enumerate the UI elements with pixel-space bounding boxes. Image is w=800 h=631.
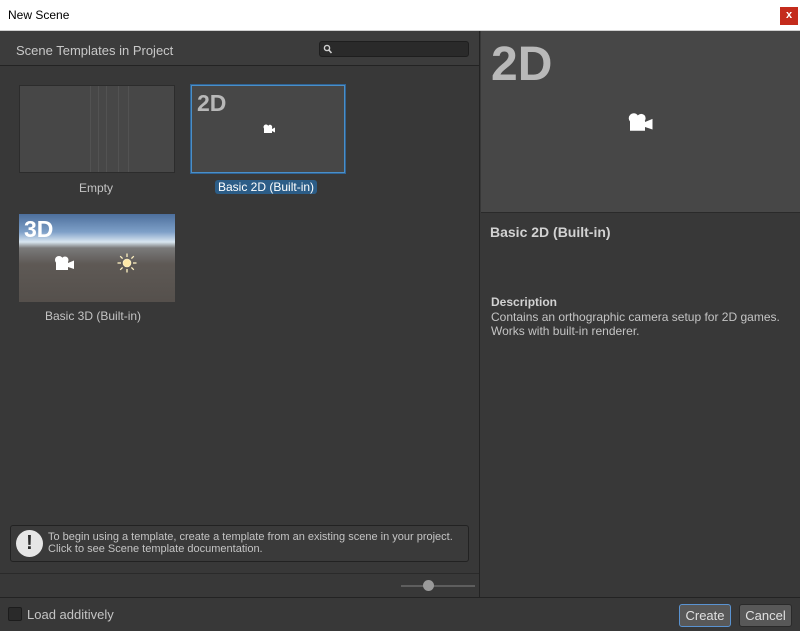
info-line-2: Click to see Scene template documentatio… xyxy=(48,543,263,555)
template-empty-label: Empty xyxy=(79,181,114,195)
zoom-slider-track[interactable] xyxy=(401,585,475,587)
description-heading: Description xyxy=(491,295,558,309)
template-empty[interactable]: Empty xyxy=(19,85,175,195)
details-title: Basic 2D (Built-in) xyxy=(490,224,611,240)
camera-icon xyxy=(626,112,654,132)
templates-header-title: Scene Templates in Project xyxy=(16,43,174,58)
cancel-button[interactable]: Cancel xyxy=(739,604,792,627)
info-line-1: To begin using a template, create a temp… xyxy=(48,531,453,543)
template-basic-2d-label: Basic 2D (Built-in) xyxy=(215,180,318,194)
template-empty-thumbnail xyxy=(19,85,175,173)
title-bar: New Scene x xyxy=(0,0,800,31)
details-panel: 2D Basic 2D (Built-in) Description Conta… xyxy=(481,31,800,597)
load-additively-label[interactable]: Load additively xyxy=(27,607,114,622)
template-basic-2d[interactable]: 2D Basic 2D (Built-in) xyxy=(190,84,346,197)
load-additively-checkbox[interactable] xyxy=(8,607,22,621)
template-preview: 2D xyxy=(481,31,800,212)
templates-header: Scene Templates in Project xyxy=(0,31,479,66)
close-button[interactable]: x xyxy=(780,7,798,25)
camera-icon xyxy=(262,124,276,134)
footer-bar: Load additively Create Cancel xyxy=(0,597,800,631)
template-basic-3d-thumbnail: 3D xyxy=(19,214,175,302)
templates-panel: Scene Templates in Project Empty 2D Basi… xyxy=(0,31,480,597)
sun-light-icon xyxy=(117,253,137,273)
info-text: To begin using a template, create a temp… xyxy=(48,531,453,555)
zoom-bar xyxy=(0,573,479,597)
template-basic-3d-thumb-text: 3D xyxy=(24,216,54,242)
template-basic-2d-thumbnail: 2D xyxy=(190,84,346,174)
preview-text: 2D xyxy=(491,38,553,91)
search-field[interactable] xyxy=(319,41,469,57)
zoom-slider-thumb[interactable] xyxy=(423,580,434,591)
camera-icon xyxy=(53,255,75,271)
description-text: Contains an orthographic camera setup fo… xyxy=(491,310,780,338)
template-basic-3d[interactable]: 3D Basic 3D (Built-in) xyxy=(19,214,175,326)
info-help-box[interactable]: ! To begin using a template, create a te… xyxy=(10,525,469,562)
exclamation-icon: ! xyxy=(16,530,43,557)
template-details: Basic 2D (Built-in) Description Contains… xyxy=(481,212,800,597)
template-basic-2d-thumb-text: 2D xyxy=(197,90,227,116)
window-title: New Scene xyxy=(8,8,70,22)
search-icon xyxy=(323,43,333,55)
template-basic-3d-label: Basic 3D (Built-in) xyxy=(45,309,142,323)
create-button[interactable]: Create xyxy=(679,604,731,627)
